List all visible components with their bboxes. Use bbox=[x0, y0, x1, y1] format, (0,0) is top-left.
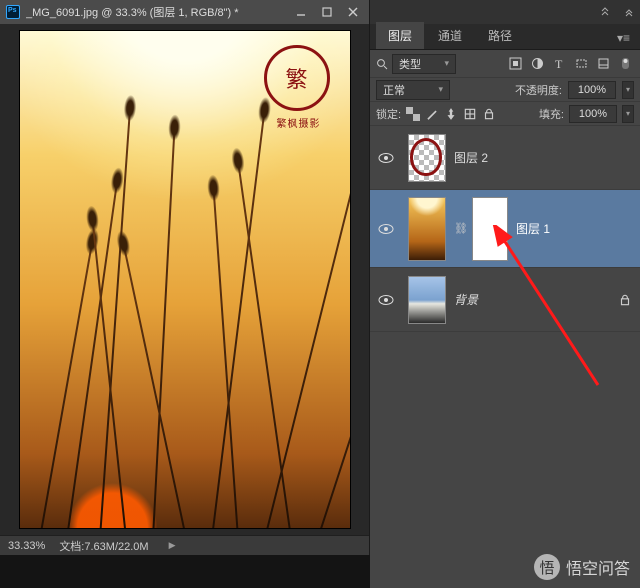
collapse-icon[interactable] bbox=[600, 7, 610, 17]
panel-tabs: 图层 通道 路径 ▾≡ bbox=[370, 24, 640, 50]
zoom-readout[interactable]: 33.33% bbox=[8, 540, 45, 552]
panel-collapse-bar bbox=[370, 0, 640, 24]
lock-pixels-icon[interactable] bbox=[425, 107, 439, 121]
lock-indicator-icon[interactable] bbox=[618, 293, 632, 307]
layer-row[interactable]: 背景 bbox=[370, 268, 640, 332]
opacity-label: 不透明度: bbox=[515, 82, 562, 98]
link-mask-icon[interactable]: ⛓ bbox=[454, 222, 464, 235]
visibility-toggle[interactable] bbox=[378, 150, 394, 166]
layer-name[interactable]: 图层 1 bbox=[516, 220, 550, 237]
doc-info-value: 7.63M/22.0M bbox=[84, 541, 148, 553]
document-canvas[interactable]: 繁 繁枫摄影 bbox=[20, 31, 350, 528]
title-bar: _MG_6091.jpg @ 33.3% (图层 1, RGB/8") * bbox=[0, 0, 369, 24]
document-title: _MG_6091.jpg @ 33.3% (图层 1, RGB/8") * bbox=[26, 4, 289, 20]
mask-thumbnail[interactable] bbox=[472, 197, 508, 261]
filter-smart-icon[interactable] bbox=[594, 55, 612, 73]
filter-kind-label: 类型 bbox=[399, 56, 421, 72]
blend-row: 正常 ▾ 不透明度: 100% ▾ bbox=[370, 78, 640, 102]
tab-paths[interactable]: 路径 bbox=[476, 22, 524, 49]
stamp-logo: 繁 繁枫摄影 bbox=[264, 45, 334, 135]
layers-panel: 类型 ▾ T 正常 ▾ 不透明度: 100% ▾ 锁定: bbox=[370, 50, 640, 588]
layer-thumbnail[interactable] bbox=[408, 276, 446, 324]
fill-dropdown[interactable]: ▾ bbox=[622, 105, 634, 123]
watermark: 悟 悟空问答 bbox=[534, 554, 630, 580]
lock-position-icon[interactable] bbox=[444, 107, 458, 121]
lock-label: 锁定: bbox=[376, 106, 401, 122]
filter-pixel-icon[interactable] bbox=[506, 55, 524, 73]
tab-layers[interactable]: 图层 bbox=[376, 22, 424, 49]
layer-row[interactable]: 图层 2 bbox=[370, 126, 640, 190]
filter-adjust-icon[interactable] bbox=[528, 55, 546, 73]
visibility-toggle[interactable] bbox=[378, 292, 394, 308]
status-bar: 33.33% 文档:7.63M/22.0M ▶ bbox=[0, 535, 369, 555]
layer-name[interactable]: 图层 2 bbox=[454, 149, 488, 166]
fill-label: 填充: bbox=[539, 106, 564, 122]
search-icon[interactable] bbox=[376, 58, 388, 70]
blend-mode-select[interactable]: 正常 ▾ bbox=[376, 80, 450, 100]
opacity-input[interactable]: 100% bbox=[568, 81, 616, 99]
watermark-icon: 悟 bbox=[534, 554, 560, 580]
layer-filter-bar: 类型 ▾ T bbox=[370, 50, 640, 78]
layer-row[interactable]: ⛓ 图层 1 bbox=[370, 190, 640, 268]
tab-channels[interactable]: 通道 bbox=[426, 22, 474, 49]
lock-all-icon[interactable] bbox=[482, 107, 496, 121]
layer-name[interactable]: 背景 bbox=[454, 291, 478, 308]
doc-info-label: 文档: bbox=[59, 541, 84, 553]
opacity-dropdown[interactable]: ▾ bbox=[622, 81, 634, 99]
maximize-button[interactable] bbox=[315, 3, 339, 21]
layer-thumbnail[interactable] bbox=[408, 134, 446, 182]
filter-toggle[interactable] bbox=[616, 55, 634, 73]
watermark-text: 悟空问答 bbox=[566, 555, 630, 579]
fill-input[interactable]: 100% bbox=[569, 105, 617, 123]
lock-row: 锁定: 填充: 100% ▾ bbox=[370, 102, 640, 126]
canvas-area[interactable]: 繁 繁枫摄影 bbox=[0, 24, 369, 535]
filter-type-icon[interactable]: T bbox=[550, 55, 568, 73]
visibility-toggle[interactable] bbox=[378, 221, 394, 237]
close-button[interactable] bbox=[341, 3, 365, 21]
minimize-button[interactable] bbox=[289, 3, 313, 21]
layers-list: 图层 2 ⛓ 图层 1 背景 bbox=[370, 126, 640, 588]
lock-transparent-icon[interactable] bbox=[406, 107, 420, 121]
photoshop-icon bbox=[6, 5, 20, 19]
panel-close-icon[interactable] bbox=[624, 7, 634, 17]
layer-thumbnail[interactable] bbox=[408, 197, 446, 261]
panels-column: 图层 通道 路径 ▾≡ 类型 ▾ T 正常 ▾ bbox=[370, 0, 640, 588]
panel-menu-icon[interactable]: ▾≡ bbox=[613, 27, 634, 49]
status-menu-arrow[interactable]: ▶ bbox=[169, 540, 176, 551]
blend-mode-value: 正常 bbox=[383, 82, 405, 98]
lock-artboard-icon[interactable] bbox=[463, 107, 477, 121]
document-window: _MG_6091.jpg @ 33.3% (图层 1, RGB/8") * bbox=[0, 0, 370, 555]
filter-kind-select[interactable]: 类型 ▾ bbox=[392, 54, 456, 74]
svg-text:T: T bbox=[555, 57, 563, 70]
filter-shape-icon[interactable] bbox=[572, 55, 590, 73]
